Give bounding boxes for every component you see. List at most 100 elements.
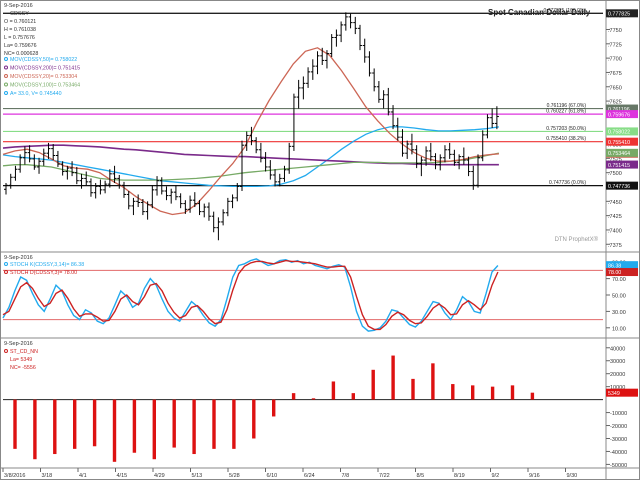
stoch-indicator-label: STOCH D(CDSSY,3)= 78.00 [10,270,77,276]
date-label: 9/30 [567,473,578,479]
stochastic-line [2,259,499,331]
cot-bar [272,399,276,417]
price-readout: L = 0.757676 [4,35,35,41]
date-label: 5/13 [192,473,203,479]
ohlc-bar [136,194,141,208]
cot-bar [92,399,97,447]
cot-bar [112,399,117,462]
ohlc-bar [98,179,103,195]
ohlc-bar [452,149,457,166]
ohlc-bar [348,13,353,29]
price-readout: O = 0.760121 [4,19,36,25]
legend-marker [4,91,8,95]
ohlc-bar [169,188,174,204]
ohlc-bar [386,87,391,116]
ohlc-bar [74,166,79,185]
moving-average-line [2,144,499,166]
price-y-tick-label: .7400 [608,228,622,234]
cot-y-tick-label: -30000 [610,437,627,443]
price-indicator-label: A= 33.0, V= 0.745440 [10,91,62,97]
date-label: 8/19 [454,473,465,479]
stoch-y-tick-label: 50.00 [612,294,626,300]
ohlc-bar [367,51,372,77]
retracement-label: 0.757203 (50.0%) [546,126,586,132]
cot-y-tick-label: -40000 [610,450,627,456]
ohlc-bar [150,185,155,209]
price-y-tick-label: .7725 [608,42,622,48]
ohlc-bar [60,161,65,176]
cot-y-tick-label: 40000 [610,346,625,352]
cot-bar [33,399,37,460]
price-y-tick-label: .7650 [608,85,622,91]
ohlc-bar [88,178,93,197]
cot-bar [490,386,495,400]
ohlc-bar [485,114,490,139]
legend-marker [4,74,8,78]
ohlc-bar [447,142,452,159]
ohlc-bar [381,90,386,109]
date-label: 3/8/2016 [4,473,25,479]
stoch-y-tick-label: 30.00 [612,310,626,316]
ohlc-bar [343,12,348,31]
ohlc-bar [339,21,344,43]
cot-indicator-label: NC= -5556 [10,365,36,371]
ohlc-bar [13,165,18,181]
ohlc-bar [51,144,56,161]
ohlc-bar [84,171,89,186]
ma-value-box: 0.751415 [608,163,630,169]
ohlc-bar [461,147,466,165]
ohlc-bar [306,67,311,88]
ohlc-bar [376,81,381,103]
ohlc-bar [329,34,334,57]
date-label: 5/28 [229,473,240,479]
ohlc-bar [41,148,46,166]
ohlc-bar [263,152,268,172]
chart-root: .7775.7750.7725.7700.7675.7650.7625.7600… [0,0,640,480]
price-y-tick-label: .7375 [608,243,622,249]
date-label: 4/29 [154,473,165,479]
ohlc-bar [405,140,410,159]
price-date-label: 9-Sep-2016 [4,3,33,9]
date-label: 3/18 [42,473,53,479]
price-y-tick-label: .7750 [608,28,622,34]
ohlc-bar [79,173,84,189]
date-label: 7/8 [342,473,350,479]
ohlc-bar [273,169,278,187]
cot-y-tick-label: -50000 [610,463,627,469]
ohlc-bar [296,79,301,109]
cot-indicator-label: La= 5349 [10,357,32,363]
ohlc-bar [65,165,70,180]
price-symbol: CDSSY [10,11,29,17]
cot-bar [232,399,236,449]
cot-bar [291,393,296,400]
stoch-indicator-label: STOCH K(CDSSY,3,14)= 86.38 [10,262,84,268]
cot-bar [252,399,256,439]
date-label: 9/2 [492,473,500,479]
cot-bar [331,381,336,400]
ohlc-bar [221,209,226,226]
retracement-label: 0.760227 (61.8%) [546,109,586,115]
ohlc-bar [225,197,230,217]
cot-bar [510,385,515,400]
ohlc-bar [258,142,263,163]
outer-frame [0,0,640,480]
ma-value-box: 0.753464 [608,151,630,157]
ohlc-bar [8,173,13,189]
cot-date-label: 9-Sep-2016 [4,341,33,347]
stoch-value-box: 78.00 [608,270,621,276]
legend-marker [4,65,8,70]
cot-bar [371,369,375,400]
date-label: 4/15 [117,473,128,479]
date-label: 9/16 [529,473,540,479]
date-label: 6/10 [267,473,278,479]
stoch-y-tick-label: 70.00 [612,277,626,283]
ohlc-bar [291,93,296,151]
price-y-tick-label: .7425 [608,214,622,220]
ohlc-bar [230,194,235,209]
cot-bar [471,385,475,400]
ohlc-bar [173,185,178,201]
ohlc-bar [117,174,122,189]
date-label: 4/1 [79,473,87,479]
retracement-label: 0.747736 (0.0%) [549,180,586,186]
ohlc-bar [178,193,183,209]
